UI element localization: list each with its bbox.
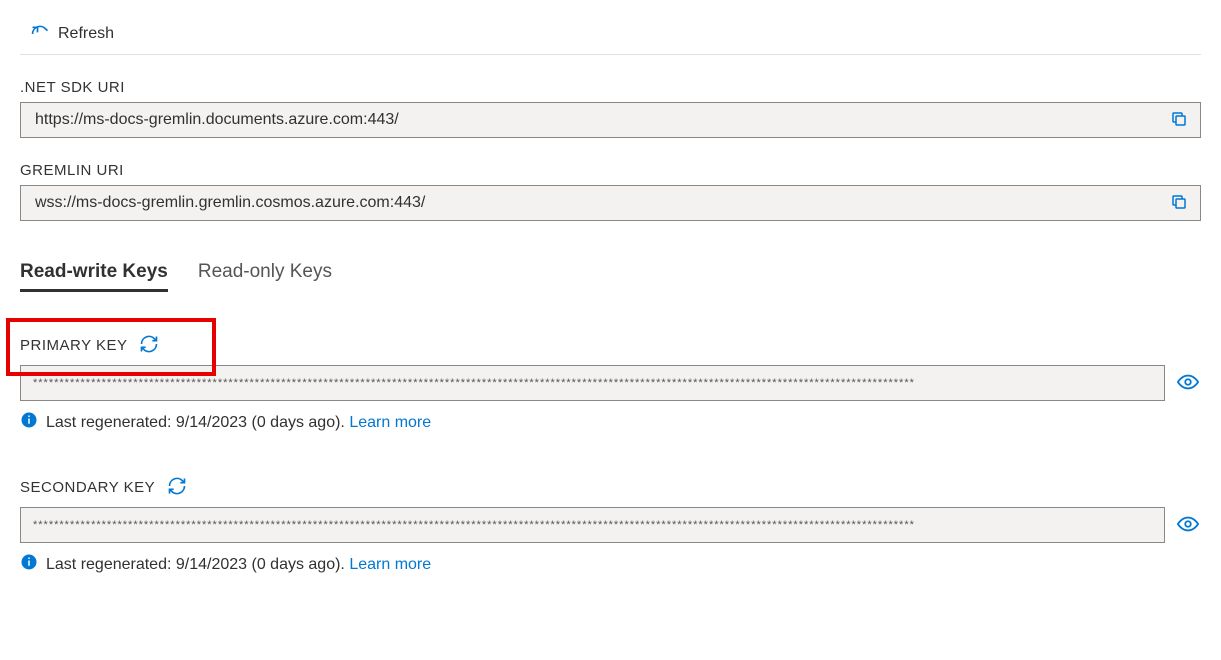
secondary-key-block: SECONDARY KEY **************************… — [20, 474, 1201, 576]
primary-key-learn-more-link[interactable]: Learn more — [349, 414, 431, 431]
gremlin-uri-field — [20, 185, 1201, 221]
show-secondary-key-button[interactable] — [1175, 511, 1201, 540]
primary-key-info: Last regenerated: 9/14/2023 (0 days ago)… — [20, 411, 1201, 434]
regenerate-icon — [167, 476, 187, 499]
eye-icon — [1177, 513, 1199, 538]
primary-key-field: ****************************************… — [20, 365, 1165, 401]
gremlin-uri-label: GREMLIN URI — [20, 162, 1201, 179]
gremlin-uri-value[interactable] — [33, 193, 1166, 213]
sdk-uri-value[interactable] — [33, 110, 1166, 130]
copy-gremlin-uri-button[interactable] — [1166, 189, 1192, 218]
copy-icon — [1170, 193, 1188, 214]
regenerate-primary-key-button[interactable] — [137, 332, 161, 359]
primary-key-info-text: Last regenerated: 9/14/2023 (0 days ago)… — [46, 414, 349, 431]
refresh-label: Refresh — [58, 25, 114, 43]
regenerate-secondary-key-button[interactable] — [165, 474, 189, 501]
tab-read-write-keys[interactable]: Read-write Keys — [20, 261, 168, 292]
secondary-key-info-text: Last regenerated: 9/14/2023 (0 days ago)… — [46, 556, 349, 573]
info-icon — [20, 553, 38, 576]
secondary-key-learn-more-link[interactable]: Learn more — [349, 556, 431, 573]
primary-key-value: ****************************************… — [33, 377, 1152, 389]
keys-tabs: Read-write Keys Read-only Keys — [20, 261, 1201, 292]
copy-sdk-uri-button[interactable] — [1166, 106, 1192, 135]
primary-key-label: PRIMARY KEY — [20, 337, 127, 354]
primary-key-block: PRIMARY KEY ****************************… — [20, 332, 1201, 434]
sdk-uri-label: .NET SDK URI — [20, 79, 1201, 96]
secondary-key-info: Last regenerated: 9/14/2023 (0 days ago)… — [20, 553, 1201, 576]
eye-icon — [1177, 371, 1199, 396]
sdk-uri-section: .NET SDK URI — [20, 79, 1201, 138]
gremlin-uri-section: GREMLIN URI — [20, 162, 1201, 221]
sdk-uri-field — [20, 102, 1201, 138]
tab-read-only-keys[interactable]: Read-only Keys — [198, 261, 332, 292]
refresh-icon — [30, 24, 50, 44]
secondary-key-value: ****************************************… — [33, 519, 1152, 531]
copy-icon — [1170, 110, 1188, 131]
secondary-key-field: ****************************************… — [20, 507, 1165, 543]
info-icon — [20, 411, 38, 434]
secondary-key-label: SECONDARY KEY — [20, 479, 155, 496]
refresh-toolbar[interactable]: Refresh — [20, 20, 1201, 55]
show-primary-key-button[interactable] — [1175, 369, 1201, 398]
regenerate-icon — [139, 334, 159, 357]
